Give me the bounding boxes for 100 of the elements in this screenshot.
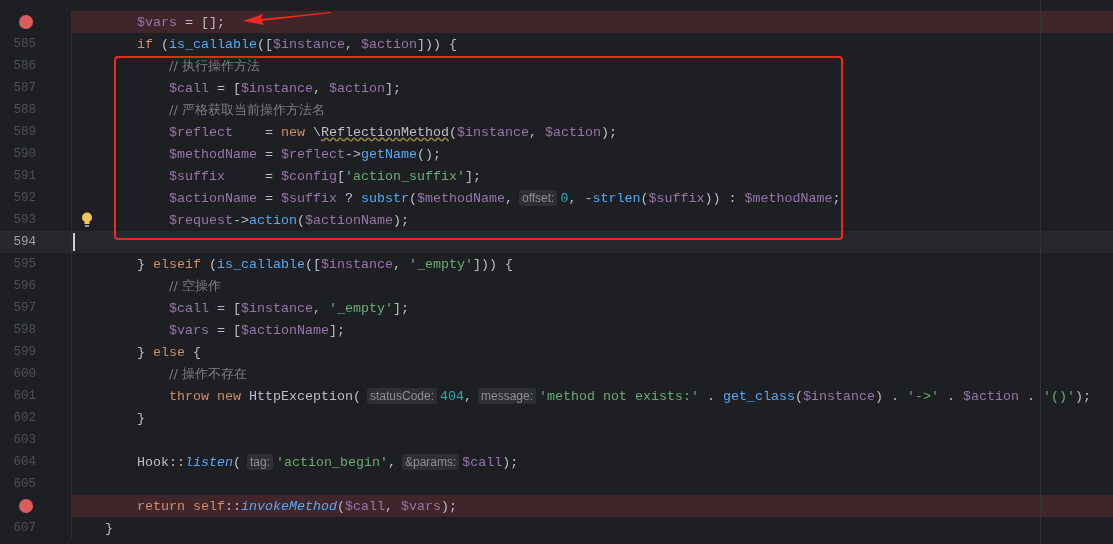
- string-literal: '->': [907, 388, 939, 404]
- variable: $action: [360, 36, 417, 52]
- variable: $actionName: [169, 190, 257, 206]
- keyword: throw new: [169, 388, 241, 404]
- variable: $instance: [321, 256, 393, 272]
- code-text: (: [409, 190, 417, 206]
- variable: $suffix: [169, 168, 225, 184]
- lightbulb-icon[interactable]: [81, 212, 93, 228]
- keyword: return self: [137, 498, 225, 514]
- code-text: ,: [344, 36, 354, 52]
- variable: $vars: [137, 14, 177, 30]
- code-text: , -: [568, 190, 593, 206]
- code-text: (: [160, 36, 169, 52]
- code-text: );: [393, 212, 409, 228]
- code-text: ([: [305, 256, 321, 272]
- line-number: 594: [12, 235, 36, 249]
- code-text: );: [440, 498, 457, 514]
- code-text: )) :: [704, 190, 738, 206]
- code-text: ])) {: [416, 36, 457, 52]
- variable: $vars: [169, 322, 209, 338]
- code-text: =: [264, 124, 274, 140]
- string-literal: 'method not exists:': [539, 388, 699, 404]
- code-text: ,: [313, 300, 322, 316]
- variable: $suffix: [281, 190, 337, 206]
- code-text: ,: [464, 388, 472, 404]
- code-text: [: [337, 168, 345, 184]
- function-name: is_callable: [169, 36, 257, 52]
- code-text: ,: [388, 454, 396, 470]
- code-text: ) .: [875, 388, 900, 404]
- code-text: }: [105, 520, 113, 536]
- function-name: substr: [361, 190, 409, 206]
- function-name: strlen: [592, 190, 641, 206]
- variable: $config: [281, 168, 337, 184]
- variable: $reflect: [169, 124, 233, 140]
- variable: $actionName: [241, 322, 329, 338]
- variable: $instance: [457, 124, 529, 140]
- code-text: HttpException(: [247, 388, 361, 404]
- code-text: ->: [233, 212, 249, 228]
- code-text: }: [137, 410, 145, 426]
- string-literal: '_empty': [408, 256, 473, 272]
- method-name: listen: [185, 454, 233, 470]
- code-comment: // 执行操作方法: [169, 57, 260, 75]
- code-text: ])) {: [472, 256, 513, 272]
- code-text: }: [137, 344, 146, 360]
- parameter-hint: statusCode:: [366, 388, 437, 404]
- variable: $reflect: [281, 146, 345, 162]
- keyword: elseif: [153, 256, 201, 272]
- code-text: ,: [504, 190, 513, 206]
- code-comment: // 操作不存在: [169, 365, 247, 383]
- code-text: Hook::: [137, 454, 185, 470]
- breakpoint-icon[interactable]: [19, 15, 33, 29]
- variable: $suffix: [648, 190, 705, 206]
- code-text: {: [192, 344, 201, 360]
- code-text: ,: [528, 124, 538, 140]
- code-text: .: [706, 388, 716, 404]
- method-name: invokeMethod: [241, 498, 337, 514]
- breakpoint-icon[interactable]: [19, 499, 33, 513]
- code-text: ];: [329, 322, 345, 338]
- string-literal: '()': [1043, 388, 1075, 404]
- keyword: else: [153, 344, 185, 360]
- parameter-hint: offset:: [518, 190, 558, 206]
- class-name: ReflectionMethod: [321, 124, 449, 140]
- code-text: ,: [313, 80, 322, 96]
- variable: $call: [344, 498, 385, 514]
- code-text: .: [945, 388, 956, 404]
- code-text: ;: [832, 190, 841, 206]
- variable: $instance: [273, 36, 345, 52]
- code-text: = [];: [184, 14, 225, 30]
- code-text: (: [449, 124, 457, 140]
- parameter-hint: message:: [478, 388, 537, 404]
- code-text: );: [502, 454, 519, 470]
- variable: $action: [544, 124, 601, 140]
- variable: $call: [169, 80, 209, 96]
- string-literal: 'action_begin': [276, 454, 388, 470]
- code-text: ([: [257, 36, 273, 52]
- code-text: );: [1075, 388, 1091, 404]
- code-text: ];: [385, 80, 401, 96]
- function-name: getName: [361, 146, 417, 162]
- function-name: get_class: [723, 388, 795, 404]
- variable: $instance: [241, 80, 313, 96]
- code-text: (: [297, 212, 305, 228]
- variable: $request: [169, 212, 233, 228]
- keyword: new: [281, 124, 305, 140]
- code-text: (: [336, 498, 345, 514]
- variable: $methodName: [744, 190, 833, 206]
- code-text: ];: [465, 168, 481, 184]
- number-literal: 0: [560, 190, 569, 206]
- code-text: (: [795, 388, 803, 404]
- keyword: if: [137, 36, 153, 52]
- code-text: );: [600, 124, 617, 140]
- variable: $action: [963, 388, 1019, 404]
- code-text: .: [1025, 388, 1036, 404]
- string-literal: '_empty': [329, 300, 393, 316]
- variable: $vars: [400, 498, 441, 514]
- code-text: ];: [393, 300, 409, 316]
- code-comment: // 严格获取当前操作方法名: [169, 101, 325, 119]
- code-text: (: [233, 454, 241, 470]
- code-comment: // 空操作: [169, 277, 221, 295]
- variable: $instance: [803, 388, 875, 404]
- code-text: ,: [392, 256, 402, 272]
